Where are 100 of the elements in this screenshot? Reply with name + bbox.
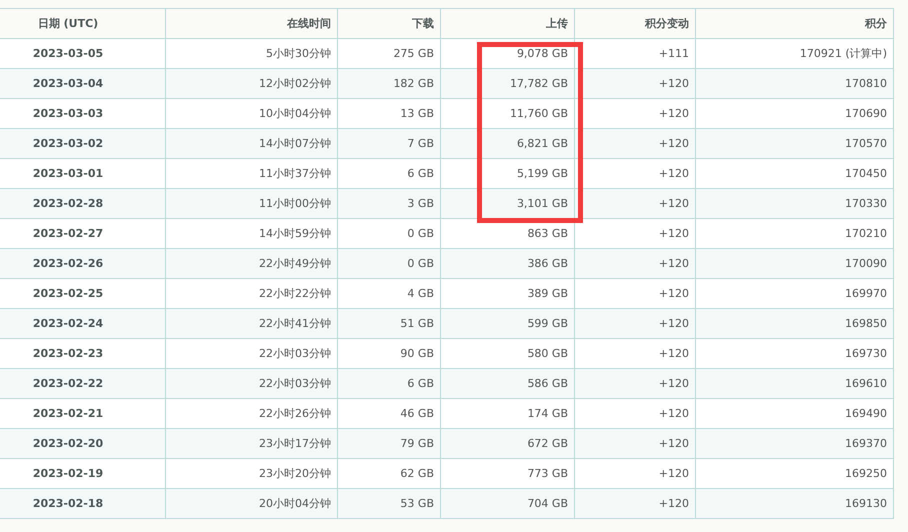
table-cell: 580 GB: [440, 338, 574, 368]
table-cell: 14小时07分钟: [166, 128, 338, 158]
table-cell: +120: [574, 338, 696, 368]
table-cell: 170090: [696, 248, 894, 278]
table-cell: 275 GB: [338, 38, 440, 68]
table-cell: 170690: [696, 98, 894, 128]
table-cell: 2023-03-03: [0, 98, 166, 128]
table-cell: 11,760 GB: [440, 98, 574, 128]
table-cell: 22小时03分钟: [166, 368, 338, 398]
table-cell: 2023-02-28: [0, 188, 166, 218]
table-cell: 22小时41分钟: [166, 308, 338, 338]
table-cell: +120: [574, 218, 696, 248]
table-cell: +111: [574, 38, 696, 68]
table-cell: 170210: [696, 218, 894, 248]
table-cell: 2023-02-25: [0, 278, 166, 308]
table-cell: 169370: [696, 428, 894, 458]
column-header: 积分变动: [574, 8, 696, 38]
table-cell: 169970: [696, 278, 894, 308]
table-cell: +120: [574, 248, 696, 278]
table-cell: +120: [574, 188, 696, 218]
table-cell: 2023-02-23: [0, 338, 166, 368]
table-cell: 2023-03-05: [0, 38, 166, 68]
table-cell: 62 GB: [338, 458, 440, 488]
table-cell: +120: [574, 308, 696, 338]
table-cell: 5小时30分钟: [166, 38, 338, 68]
table-cell: 11小时37分钟: [166, 158, 338, 188]
table-cell: 2023-02-27: [0, 218, 166, 248]
table-cell: 2023-02-19: [0, 458, 166, 488]
table-cell: 79 GB: [338, 428, 440, 458]
table-cell: 170921 (计算中): [696, 38, 894, 68]
table-cell: 6 GB: [338, 158, 440, 188]
table-cell: 2023-02-26: [0, 248, 166, 278]
table-cell: 0 GB: [338, 218, 440, 248]
table-cell: 2023-02-24: [0, 308, 166, 338]
table-cell: 2023-03-02: [0, 128, 166, 158]
table-cell: 12小时02分钟: [166, 68, 338, 98]
table-cell: 773 GB: [440, 458, 574, 488]
table-cell: 169130: [696, 488, 894, 518]
table-cell: 386 GB: [440, 248, 574, 278]
table-cell: 672 GB: [440, 428, 574, 458]
table-cell: 7 GB: [338, 128, 440, 158]
table-cell: 170330: [696, 188, 894, 218]
table-cell: 5,199 GB: [440, 158, 574, 188]
table-cell: 10小时04分钟: [166, 98, 338, 128]
table-cell: 2023-03-04: [0, 68, 166, 98]
table-cell: 20小时04分钟: [166, 488, 338, 518]
table-cell: 170810: [696, 68, 894, 98]
column-header: 下载: [338, 8, 440, 38]
table-cell: +120: [574, 68, 696, 98]
table-cell: 4 GB: [338, 278, 440, 308]
column-header: 积分: [696, 8, 894, 38]
table-cell: 6 GB: [338, 368, 440, 398]
table-cell: +120: [574, 458, 696, 488]
table-cell: 22小时26分钟: [166, 398, 338, 428]
table-cell: 704 GB: [440, 488, 574, 518]
table-cell: 90 GB: [338, 338, 440, 368]
table-cell: 22小时22分钟: [166, 278, 338, 308]
table-cell: +120: [574, 128, 696, 158]
table-cell: 169610: [696, 368, 894, 398]
table-cell: 3 GB: [338, 188, 440, 218]
table-cell: 23小时20分钟: [166, 458, 338, 488]
table-cell: 169850: [696, 308, 894, 338]
table-cell: 51 GB: [338, 308, 440, 338]
table-cell: 0 GB: [338, 248, 440, 278]
column-header: 在线时间: [166, 8, 338, 38]
table-cell: 169250: [696, 458, 894, 488]
table-cell: 389 GB: [440, 278, 574, 308]
table-cell: +120: [574, 398, 696, 428]
table-cell: 599 GB: [440, 308, 574, 338]
table-cell: 23小时17分钟: [166, 428, 338, 458]
table-cell: 14小时59分钟: [166, 218, 338, 248]
column-header: 上传: [440, 8, 574, 38]
table-cell: +120: [574, 368, 696, 398]
table-cell: 46 GB: [338, 398, 440, 428]
column-header: 日期 (UTC): [0, 8, 166, 38]
table-cell: +120: [574, 98, 696, 128]
table-cell: 2023-02-21: [0, 398, 166, 428]
table-cell: 170570: [696, 128, 894, 158]
table-cell: 3,101 GB: [440, 188, 574, 218]
table-cell: +120: [574, 158, 696, 188]
table-cell: 53 GB: [338, 488, 440, 518]
table-cell: 182 GB: [338, 68, 440, 98]
table-cell: +120: [574, 488, 696, 518]
table-cell: +120: [574, 278, 696, 308]
table-cell: 170450: [696, 158, 894, 188]
table-cell: 2023-02-18: [0, 488, 166, 518]
table-cell: 6,821 GB: [440, 128, 574, 158]
table-cell: 22小时03分钟: [166, 338, 338, 368]
table-cell: +120: [574, 428, 696, 458]
table-cell: 2023-03-01: [0, 158, 166, 188]
table-cell: 11小时00分钟: [166, 188, 338, 218]
table-cell: 17,782 GB: [440, 68, 574, 98]
table-cell: 169730: [696, 338, 894, 368]
table-cell: 2023-02-20: [0, 428, 166, 458]
table-cell: 2023-02-22: [0, 368, 166, 398]
table-cell: 586 GB: [440, 368, 574, 398]
table-cell: 174 GB: [440, 398, 574, 428]
table-cell: 22小时49分钟: [166, 248, 338, 278]
table-cell: 169490: [696, 398, 894, 428]
table-cell: 13 GB: [338, 98, 440, 128]
